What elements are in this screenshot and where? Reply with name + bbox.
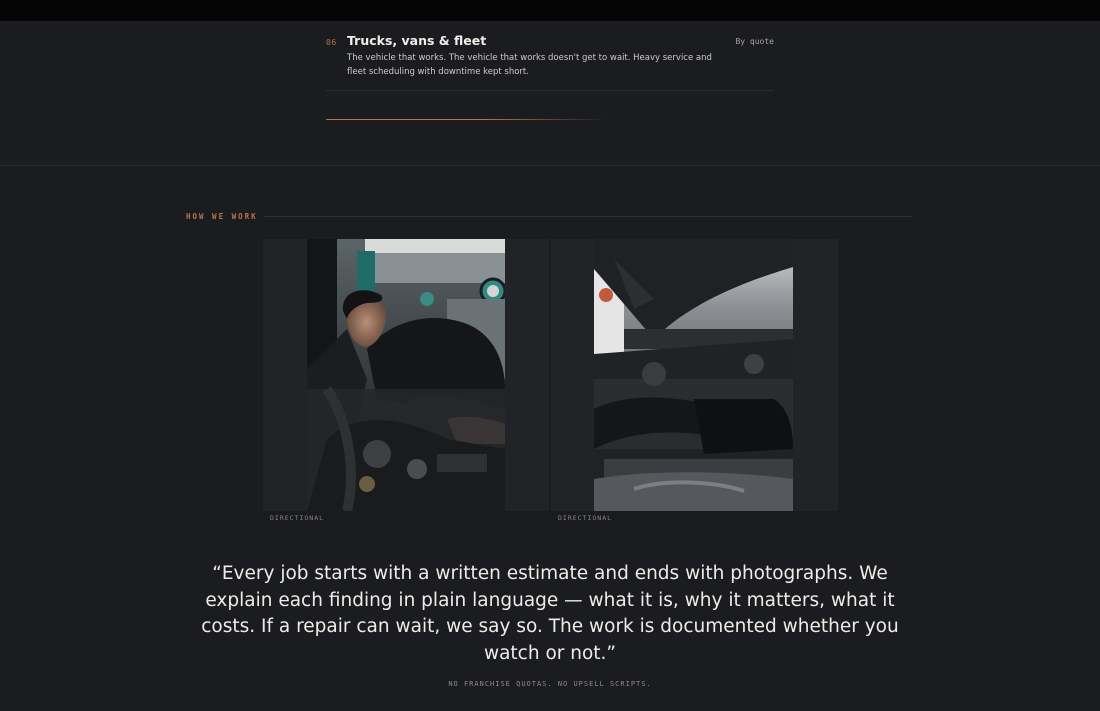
service-title: Trucks, vans & fleet	[347, 33, 487, 48]
photo-card-engine: DIRECTIONAL	[551, 239, 838, 525]
service-price: By quote	[735, 37, 774, 46]
photo-caption: DIRECTIONAL	[270, 514, 325, 522]
photo-caption: DIRECTIONAL	[558, 514, 613, 522]
quote-tagline: NO FRANCHISE QUOTAS. NO UPSELL SCRIPTS.	[448, 680, 652, 688]
mechanic-photo	[307, 239, 505, 511]
engine-photo	[594, 239, 793, 511]
photo-card-mechanic: DIRECTIONAL	[263, 239, 549, 525]
eyebrow-rule	[264, 216, 912, 217]
service-description: The vehicle that works. The vehicle that…	[347, 53, 712, 77]
top-bar	[0, 0, 1100, 21]
process-quote: “Every job starts with a written estimat…	[201, 563, 899, 664]
section-eyebrow: HOW WE WORK	[186, 212, 258, 221]
section-divider	[0, 165, 1100, 166]
scroll-progress-line	[326, 119, 608, 120]
service-number: 06	[326, 38, 337, 47]
service-divider	[326, 90, 774, 91]
